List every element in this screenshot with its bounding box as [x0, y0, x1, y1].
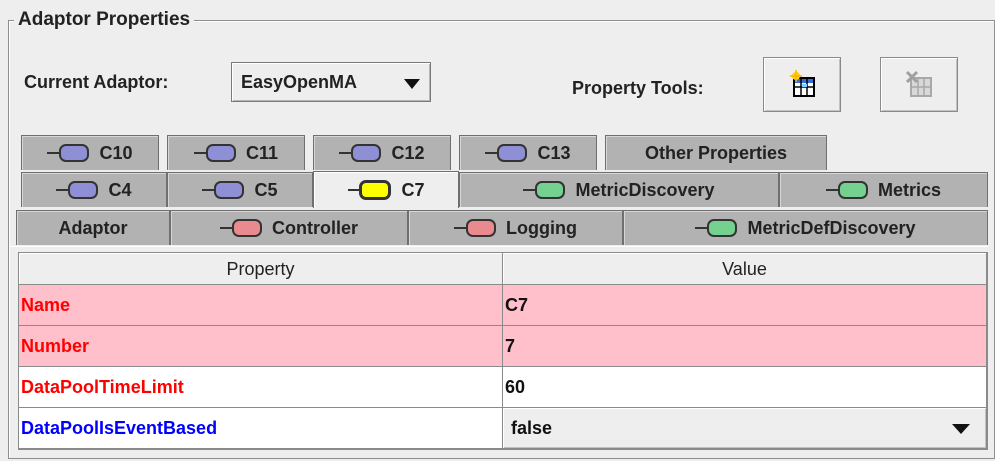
tab-label: Adaptor	[58, 217, 128, 238]
tab-label: Logging	[506, 217, 577, 238]
tab-label: Other Properties	[644, 142, 788, 163]
column-header-value[interactable]: Value	[503, 253, 987, 285]
value-cell[interactable]: C7	[503, 285, 987, 326]
tab-c13[interactable]: C13	[459, 135, 597, 170]
tab-controller[interactable]: Controller	[170, 210, 408, 245]
tab-label: C12	[391, 142, 425, 163]
red-indicator-icon	[454, 219, 496, 237]
tab-c10[interactable]: C10	[21, 135, 159, 170]
tab-metrics[interactable]: Metrics	[779, 172, 988, 207]
tab-metric-def-discovery[interactable]: MetricDefDiscovery	[623, 210, 988, 245]
tab-c4[interactable]: C4	[21, 172, 167, 207]
green-indicator-icon	[523, 181, 566, 199]
tab-c11[interactable]: C11	[167, 135, 305, 170]
blue-indicator-icon	[56, 181, 99, 199]
red-indicator-icon	[219, 219, 262, 237]
table-row[interactable]: Name C7	[19, 285, 987, 326]
tab-label: C10	[99, 142, 133, 163]
yellow-indicator-icon	[348, 180, 392, 200]
table-add-icon	[790, 70, 815, 97]
table-row[interactable]: DataPoolIsEventBased false	[19, 408, 987, 449]
remove-property-button[interactable]	[880, 57, 958, 112]
value-cell[interactable]: 60	[503, 367, 987, 408]
tab-label: MetricDiscovery	[575, 179, 715, 200]
tab-c12[interactable]: C12	[313, 135, 451, 170]
tab-metric-discovery[interactable]: MetricDiscovery	[459, 172, 779, 207]
adaptor-combobox[interactable]: EasyOpenMA	[231, 62, 431, 102]
blue-indicator-icon	[202, 181, 245, 199]
tab-label: C13	[537, 142, 571, 163]
green-indicator-icon	[825, 181, 868, 199]
blue-indicator-icon	[339, 144, 382, 162]
blue-indicator-icon	[485, 144, 528, 162]
blue-indicator-icon	[193, 144, 236, 162]
tab-content-border	[10, 246, 988, 247]
tab-other-properties[interactable]: Other Properties	[605, 135, 827, 170]
tab-logging[interactable]: Logging	[408, 210, 623, 245]
tab-label: C11	[245, 142, 279, 163]
property-cell[interactable]: DataPoolTimeLimit	[19, 367, 503, 408]
chevron-down-icon[interactable]	[404, 79, 420, 89]
tab-label: C5	[254, 179, 278, 200]
add-property-button[interactable]	[763, 57, 841, 112]
value-combobox-text: false	[511, 418, 553, 438]
tab-label: Controller	[271, 217, 358, 238]
property-table[interactable]: Property Value Name C7 Number 7 DataPool…	[18, 252, 988, 450]
property-cell[interactable]: Number	[19, 326, 503, 367]
current-adaptor-label: Current Adaptor:	[24, 72, 169, 92]
tab-label: C7	[401, 179, 425, 200]
blue-indicator-icon	[47, 144, 90, 162]
tab-label: C4	[108, 179, 132, 200]
value-combobox[interactable]: false	[503, 408, 987, 449]
chevron-down-icon[interactable]	[952, 424, 970, 434]
adaptor-selected-value: EasyOpenMA	[241, 72, 358, 92]
tab-label: Metrics	[877, 179, 942, 200]
table-row[interactable]: Number 7	[19, 326, 987, 367]
group-title: Adaptor Properties	[14, 8, 195, 32]
table-remove-icon	[905, 70, 932, 97]
column-header-property[interactable]: Property	[19, 253, 503, 285]
tab-c5[interactable]: C5	[167, 172, 313, 207]
property-cell[interactable]: DataPoolIsEventBased	[19, 408, 503, 449]
tab-adaptor[interactable]: Adaptor	[16, 210, 170, 245]
value-cell[interactable]: 7	[503, 326, 987, 367]
tab-label: MetricDefDiscovery	[747, 217, 916, 238]
tab-c7[interactable]: C7	[313, 171, 459, 208]
property-cell[interactable]: Name	[19, 285, 503, 326]
property-tools-label: Property Tools:	[572, 78, 704, 98]
green-indicator-icon	[695, 219, 738, 237]
table-row[interactable]: DataPoolTimeLimit 60	[19, 367, 987, 408]
